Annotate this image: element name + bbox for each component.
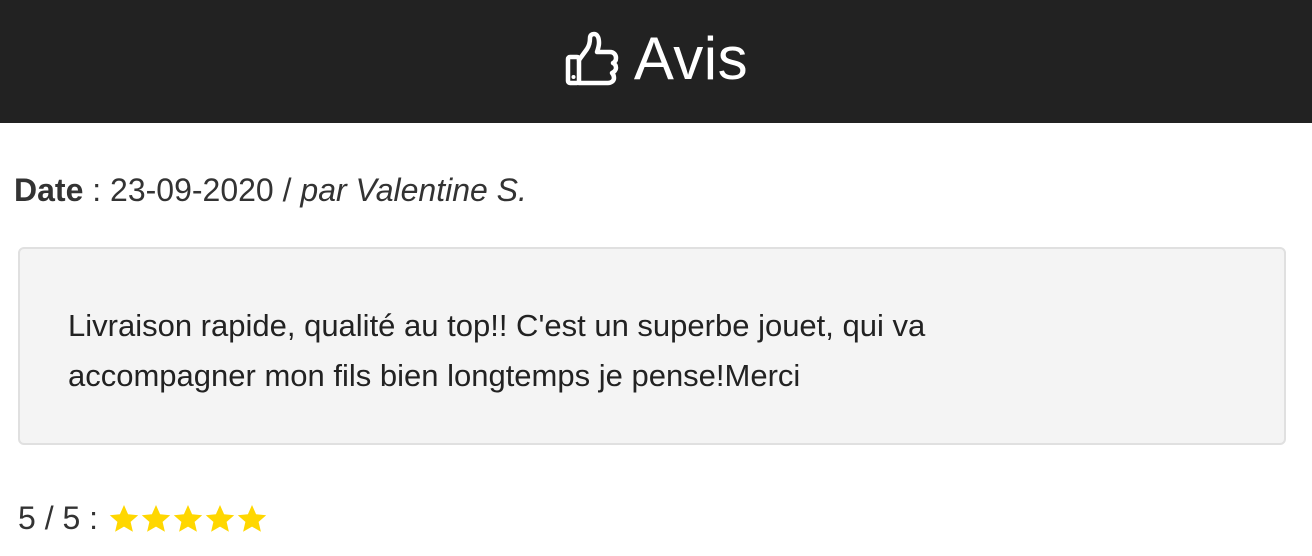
star-icon — [236, 503, 268, 535]
rating: 5 / 5 : — [18, 500, 268, 537]
date-separator: : — [83, 172, 111, 208]
author-separator: / — [273, 172, 301, 208]
star-icon — [172, 503, 204, 535]
review-date: 23-09-2020 — [110, 172, 274, 208]
star-icon — [108, 503, 140, 535]
header-title-group: Avis — [564, 24, 748, 93]
star-icon — [140, 503, 172, 535]
review-text: Livraison rapide, qualité au top!! C'est… — [68, 308, 926, 393]
thumbs-up-icon — [564, 31, 620, 87]
page-title: Avis — [633, 25, 749, 92]
review-meta: Date : 23-09-2020 / par Valentine S. — [14, 172, 527, 209]
page-header: Avis — [0, 0, 1312, 123]
date-label: Date — [14, 172, 84, 208]
review-box: Livraison rapide, qualité au top!! C'est… — [18, 247, 1286, 445]
star-icon — [204, 503, 236, 535]
review-author: par Valentine S. — [300, 172, 527, 208]
rating-text: 5 / 5 : — [18, 500, 99, 536]
rating-stars — [108, 503, 268, 535]
